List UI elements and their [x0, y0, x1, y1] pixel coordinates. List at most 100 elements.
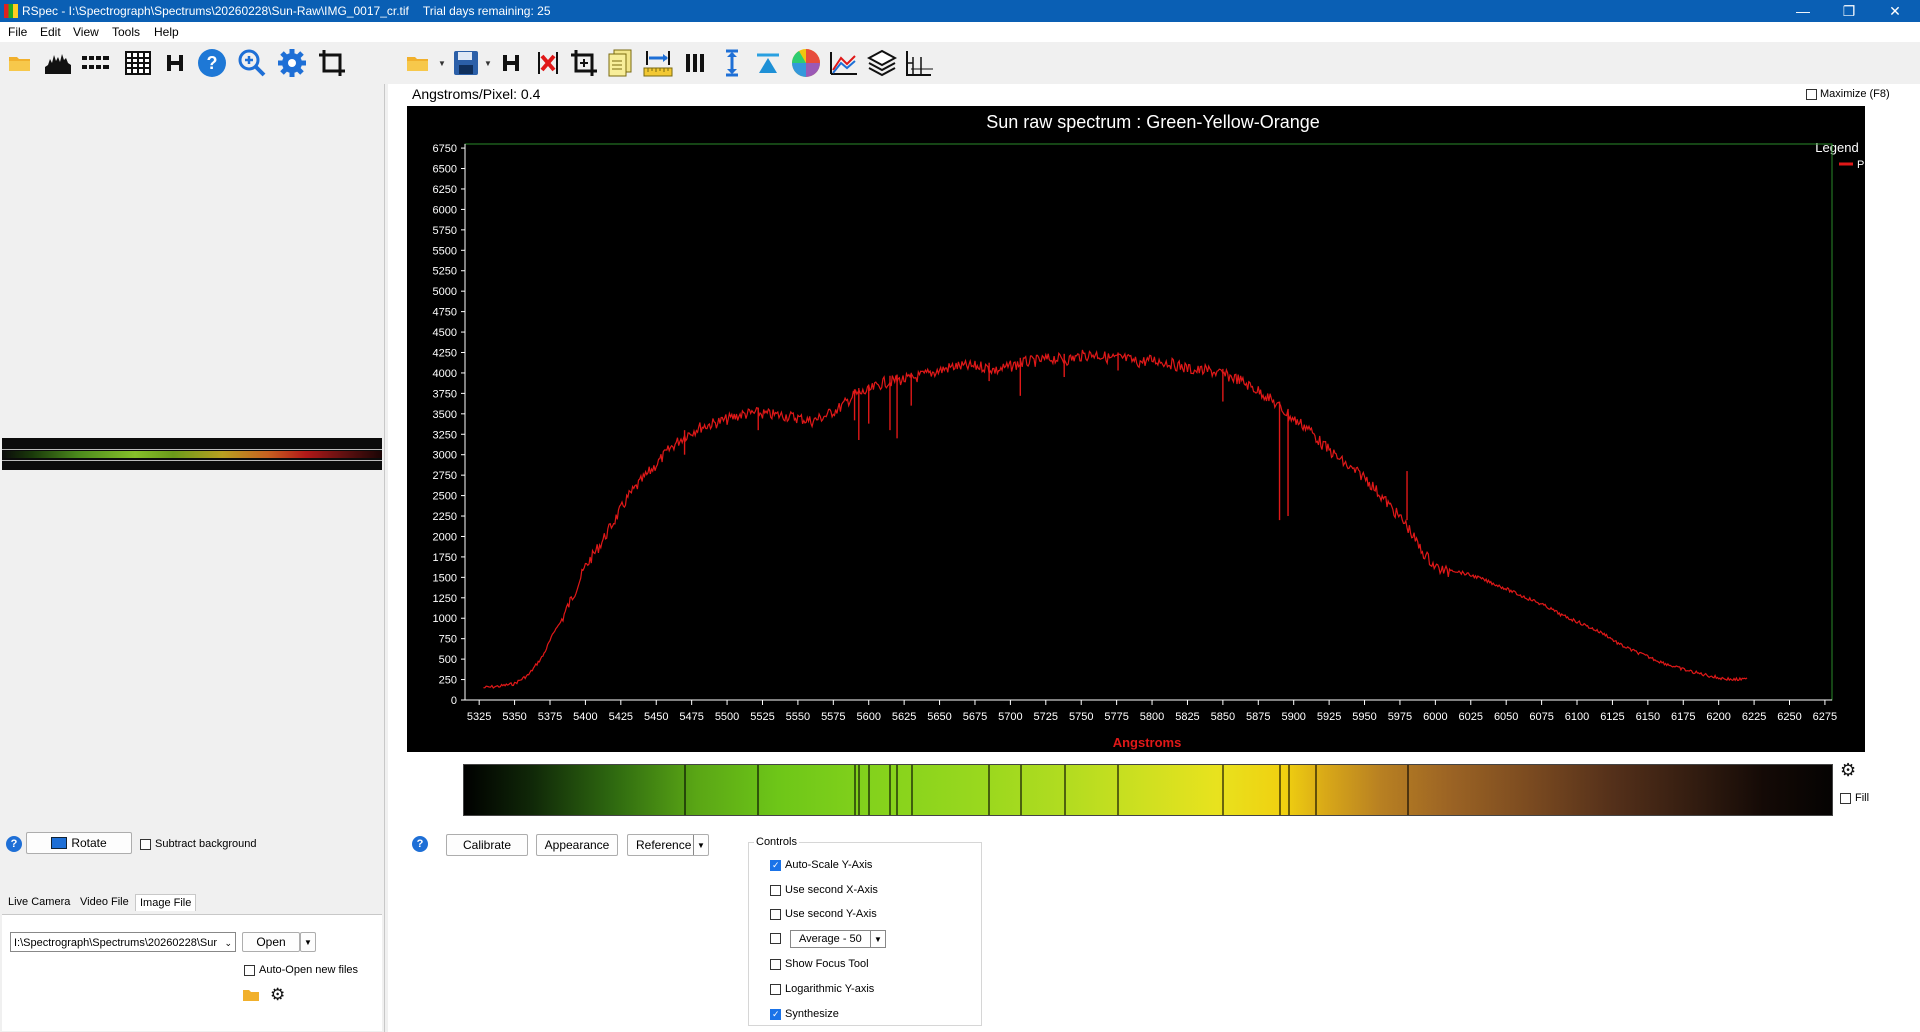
vertical-measure-icon[interactable]	[716, 47, 748, 79]
layers-icon[interactable]	[866, 47, 898, 79]
chart-title: Sun raw spectrum : Green-Yellow-Orange	[986, 112, 1319, 132]
calibrate-label: Calibrate	[462, 838, 512, 852]
average-checkbox[interactable]	[770, 933, 785, 944]
ruler-icon[interactable]	[642, 47, 674, 79]
open-dropdown-icon[interactable]: ▼	[438, 59, 446, 68]
appearance-button[interactable]: Appearance	[536, 834, 618, 856]
x-tick-label: 6275	[1813, 711, 1837, 723]
folder-icon[interactable]	[242, 988, 260, 1004]
maximize-checkbox[interactable]: Maximize (F8)	[1806, 88, 1890, 100]
reference-dropdown-icon[interactable]: ▼	[693, 835, 708, 855]
auto-scale-y-checkbox[interactable]: Auto-Scale Y-Axis	[770, 859, 872, 871]
triangle-icon[interactable]	[752, 47, 784, 79]
checkbox-box[interactable]	[1840, 792, 1851, 804]
color-wheel-icon[interactable]	[790, 47, 822, 79]
tab-video-file[interactable]: Video File	[76, 894, 133, 910]
menu-edit[interactable]: Edit	[40, 25, 61, 39]
auto-scale-y-label: Auto-Scale Y-Axis	[785, 859, 873, 871]
calibrate-button[interactable]: Calibrate	[446, 834, 528, 856]
checkbox-box[interactable]	[770, 1008, 781, 1020]
menu-help[interactable]: Help	[154, 25, 179, 39]
log-y-checkbox[interactable]: Logarithmic Y-axis	[770, 983, 874, 995]
zoom-in-icon[interactable]	[236, 47, 268, 79]
notes-icon[interactable]	[604, 47, 636, 79]
menu-file[interactable]: File	[8, 25, 27, 39]
gear-icon[interactable]: ⚙	[1840, 760, 1856, 781]
crop-icon[interactable]	[568, 47, 600, 79]
file-path-select[interactable]: I:\Spectrograph\Spectrums\20260228\Sur ⌄	[10, 932, 236, 952]
chart-svg[interactable]: Sun raw spectrum : Green-Yellow-Orange L…	[407, 106, 1889, 752]
checkbox-box[interactable]	[1806, 88, 1817, 100]
mountains-icon[interactable]	[828, 47, 860, 79]
x-tick-label: 5825	[1175, 711, 1199, 723]
absorption-line	[1279, 765, 1282, 815]
gear-icon[interactable]	[276, 47, 308, 79]
checkbox-box[interactable]	[770, 933, 781, 944]
absorption-line	[1287, 765, 1290, 815]
checkbox-box[interactable]	[770, 983, 781, 995]
save-dropdown-icon[interactable]: ▼	[484, 59, 492, 68]
y-tick-label: 3000	[433, 450, 457, 462]
close-red-icon[interactable]	[532, 47, 564, 79]
grid-icon[interactable]	[122, 47, 154, 79]
x-tick-label: 5475	[679, 711, 703, 723]
y-tick-label: 5250	[433, 266, 457, 278]
selection-bottom-line[interactable]	[2, 460, 382, 461]
synthesize-checkbox[interactable]: Synthesize	[770, 1008, 839, 1020]
average-select-value: Average - 50	[799, 933, 862, 945]
y-tick-label: 4750	[433, 307, 457, 319]
y-tick-label: 250	[439, 675, 457, 687]
checkbox-box[interactable]	[140, 838, 151, 850]
second-x-axis-checkbox[interactable]: Use second X-Axis	[770, 884, 878, 896]
main-toolbar: ▼ ▼	[392, 44, 1920, 82]
help-icon[interactable]: ?	[6, 836, 22, 852]
save-icon[interactable]	[450, 47, 482, 79]
checkbox-box[interactable]	[770, 908, 781, 920]
fill-checkbox[interactable]: Fill	[1840, 792, 1869, 804]
close-button[interactable]: ✕	[1872, 0, 1918, 22]
x-tick-label: 6025	[1459, 711, 1483, 723]
minimize-button[interactable]: —	[1780, 0, 1826, 22]
checkbox-box[interactable]	[244, 964, 255, 976]
absorption-line	[896, 765, 899, 815]
tab-live-camera[interactable]: Live Camera	[4, 894, 74, 910]
open-button[interactable]: Open	[242, 932, 300, 952]
x-tick-label: 6250	[1777, 711, 1801, 723]
checkbox-box[interactable]	[770, 958, 781, 970]
h-icon[interactable]	[496, 47, 528, 79]
restore-button[interactable]: ❐	[1826, 0, 1872, 22]
menu-tools[interactable]: Tools	[112, 25, 140, 39]
angstroms-per-pixel: Angstroms/Pixel: 0.4	[412, 86, 541, 102]
checkbox-box[interactable]	[770, 884, 781, 896]
second-y-axis-checkbox[interactable]: Use second Y-Axis	[770, 908, 877, 920]
absorption-line	[889, 765, 892, 815]
absorption-line	[1222, 765, 1225, 815]
rotate-button[interactable]: Rotate	[26, 832, 132, 854]
selection-top-line[interactable]	[2, 449, 382, 450]
help-icon[interactable]: ?	[196, 47, 228, 79]
open-folder-icon[interactable]	[402, 47, 434, 79]
histogram-icon[interactable]	[42, 47, 74, 79]
help-icon[interactable]: ?	[412, 836, 428, 852]
tab-image-file[interactable]: Image File	[135, 894, 197, 911]
checkbox-box[interactable]	[770, 859, 781, 871]
y-tick-label: 4250	[433, 348, 457, 360]
reference-button[interactable]: Reference ▼	[627, 834, 709, 856]
subtract-background-checkbox[interactable]: Subtract background	[140, 838, 257, 850]
menu-view[interactable]: View	[73, 25, 99, 39]
axis-icon[interactable]	[902, 47, 934, 79]
open-folder-icon[interactable]	[4, 47, 36, 79]
x-tick-label: 6200	[1706, 711, 1730, 723]
focus-tool-checkbox[interactable]: Show Focus Tool	[770, 958, 869, 970]
gear-icon[interactable]: ⚙	[270, 985, 285, 1005]
average-select[interactable]: Average - 50 ▼	[790, 930, 886, 948]
x-tick-label: 6100	[1565, 711, 1589, 723]
open-dropdown-button[interactable]: ▼	[300, 932, 316, 952]
auto-open-checkbox[interactable]: Auto-Open new files	[244, 964, 358, 976]
crop-icon[interactable]	[316, 47, 348, 79]
x-tick-label: 6175	[1671, 711, 1695, 723]
spectrum-chart[interactable]: Sun raw spectrum : Green-Yellow-Orange L…	[407, 106, 1889, 752]
dotted-rows-icon[interactable]	[80, 47, 112, 79]
h-icon[interactable]	[160, 47, 192, 79]
bars-icon[interactable]	[680, 47, 712, 79]
